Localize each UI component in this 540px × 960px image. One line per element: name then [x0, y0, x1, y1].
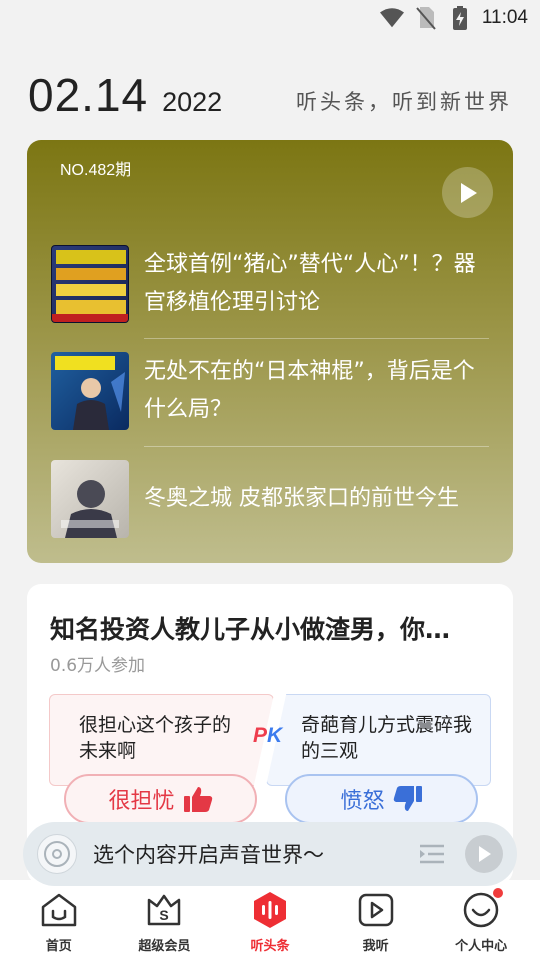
nav-label: 首页 [45, 939, 72, 954]
mini-play-button[interactable] [465, 835, 503, 873]
pk-area: 很担心这个孩子的未来啊 奇葩育儿方式震碎我的三观 PK [49, 694, 491, 786]
date-year: 2022 [162, 87, 223, 117]
nav-profile[interactable]: 个人中心 [431, 888, 531, 960]
right-option-text: 奇葩育儿方式震碎我的三观 [301, 714, 473, 762]
playlist-button[interactable] [417, 839, 447, 869]
news-item[interactable]: 全球首例“猪心”替代“人心”！？器官移植伦理引讨论 [51, 245, 489, 323]
news-title: 无处不在的“日本神棍”，背后是个什么局？ [144, 359, 475, 422]
vote-angry-label: 愤怒 [340, 789, 385, 814]
episode-play-button[interactable] [442, 167, 493, 218]
vip-bag-icon: S [144, 890, 184, 930]
mini-player-prompt: 选个内容开启声音世界～ [93, 843, 324, 867]
vote-worried-label: 很担忧 [108, 789, 175, 814]
divider [144, 338, 489, 339]
nav-label: 我听 [362, 939, 389, 954]
news-item[interactable]: 无处不在的“日本神棍”，背后是个什么局？ [51, 352, 489, 430]
nav-home[interactable]: 首页 [9, 890, 109, 960]
svg-text:S: S [160, 907, 169, 923]
nav-label: 个人中心 [455, 939, 508, 954]
notification-dot [493, 888, 504, 898]
vote-angry-button[interactable]: 愤怒 [285, 774, 478, 824]
date-header: 02.14 2022 听头条，听到新世界 [28, 66, 512, 122]
news-title: 冬奥之城 皮都张家口的前世今生 [144, 486, 459, 511]
nav-my-listen[interactable]: 我听 [326, 890, 426, 960]
thumbs-down-icon [393, 786, 422, 811]
home-icon [39, 890, 79, 930]
left-option-text: 很担心这个孩子的未来啊 [79, 714, 232, 762]
play-icon [460, 182, 477, 203]
news-item[interactable]: 冬奥之城 皮都张家口的前世今生 [51, 460, 489, 538]
vote-worried-button[interactable]: 很担忧 [64, 774, 257, 824]
nav-vip[interactable]: S 超级会员 [114, 890, 214, 960]
debate-title[interactable]: 知名投资人教儿子从小做渣男，你… [50, 610, 490, 646]
audio-wave-icon [250, 890, 290, 930]
no-sim-icon [414, 6, 438, 30]
divider [144, 446, 489, 447]
play-square-icon [356, 890, 396, 930]
status-time: 11:04 [481, 7, 528, 28]
news-thumbnail [51, 460, 129, 538]
battery-charging-icon [448, 6, 472, 30]
nav-label: 听头条 [250, 939, 290, 954]
mini-player[interactable]: 选个内容开启声音世界～ [23, 822, 517, 886]
news-thumbnail [51, 352, 129, 430]
disc-icon [37, 834, 77, 874]
date-day: 02.14 [28, 69, 149, 121]
news-thumbnail [51, 245, 129, 323]
play-icon [479, 846, 491, 862]
news-title: 全球首例“猪心”替代“人心”！？器官移植伦理引讨论 [144, 252, 476, 315]
participant-count: 0.6万人参加 [50, 656, 146, 676]
thumbs-up-icon [183, 787, 212, 812]
bottom-nav: 首页 S 超级会员 听头条 我听 个人中心 [0, 880, 540, 960]
status-bar: 11:04 [0, 0, 540, 36]
nav-headlines[interactable]: 听头条 [220, 890, 320, 960]
slogan: 听头条，听到新世界 [296, 90, 512, 114]
nav-label: 超级会员 [138, 939, 191, 954]
episode-card[interactable]: NO.482期 全球首例“猪心”替代“人心”！？器官移植伦理引讨论 无处不在的“… [27, 140, 513, 563]
wifi-icon [379, 6, 404, 30]
pk-badge: PK [253, 724, 283, 747]
episode-number: NO.482期 [60, 162, 132, 179]
playlist-icon [420, 844, 444, 864]
